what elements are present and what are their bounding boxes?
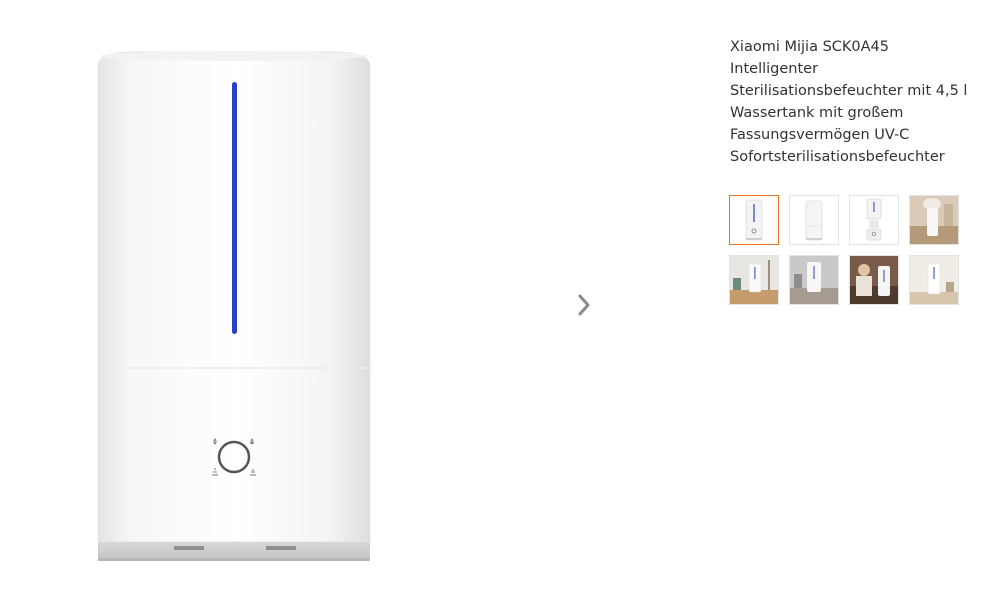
thumbnail-2[interactable] <box>789 195 839 245</box>
thumbnail-8[interactable] <box>909 255 959 305</box>
humidifier-side-thumbnail <box>790 196 838 244</box>
humidifier-mist-room-thumbnail <box>910 196 958 244</box>
humidifier-front-thumbnail <box>730 196 778 244</box>
thumbnail-6[interactable] <box>789 255 839 305</box>
humidifier-with-person-thumbnail <box>850 256 898 304</box>
thumbnail-4[interactable] <box>909 195 959 245</box>
thumbnail-1[interactable] <box>729 195 779 245</box>
product-title: Xiaomi Mijia SCK0A45 Intelligenter Steri… <box>730 39 968 165</box>
humidifier-on-shelf-thumbnail <box>910 256 958 304</box>
humidifier-main-graphic <box>97 51 371 561</box>
chevron-right-icon <box>578 294 590 316</box>
thumbnail-gallery <box>729 195 961 305</box>
thumbnail-7[interactable] <box>849 255 899 305</box>
water-level-indicator <box>232 82 237 334</box>
humidifier-on-table-thumbnail <box>730 256 778 304</box>
thumbnail-5[interactable] <box>729 255 779 305</box>
humidifier-grey-scene-thumbnail <box>790 256 838 304</box>
humidifier-exploded-thumbnail <box>850 196 898 244</box>
next-image-button[interactable] <box>570 291 598 319</box>
main-product-image <box>96 50 372 562</box>
thumbnail-3[interactable] <box>849 195 899 245</box>
